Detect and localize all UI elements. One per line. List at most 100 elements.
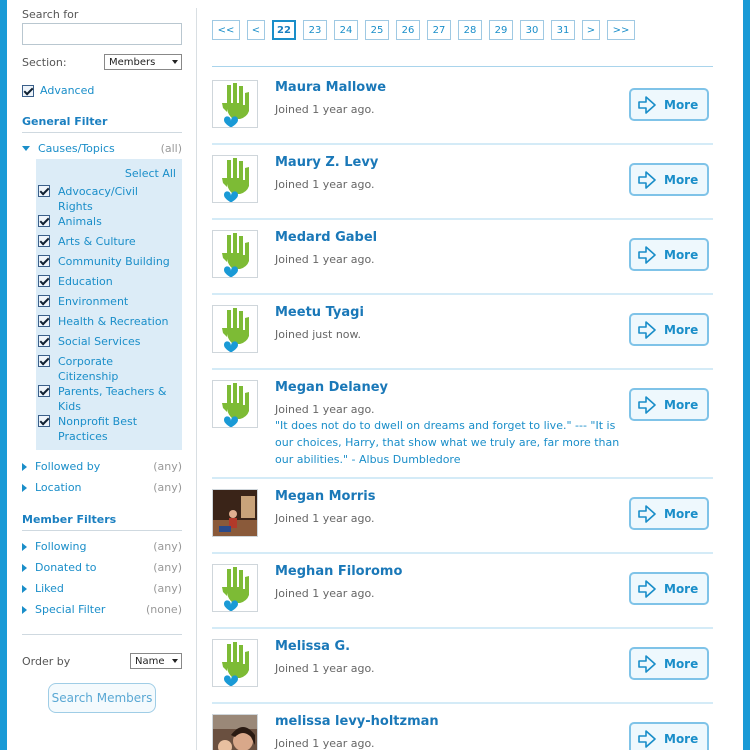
member-avatar[interactable] (212, 80, 258, 128)
more-button[interactable]: More (629, 163, 709, 196)
member-avatar[interactable] (212, 639, 258, 687)
topic-checkbox[interactable] (38, 275, 50, 287)
next-page-button[interactable]: > (582, 20, 600, 40)
page-button[interactable]: 25 (365, 20, 389, 40)
filter-causes-topics[interactable]: Causes/Topics (all) (22, 138, 182, 159)
more-button[interactable]: More (629, 238, 709, 271)
page-button[interactable]: 30 (520, 20, 544, 40)
member-name[interactable]: Melissa G. (275, 639, 350, 654)
topic-label[interactable]: Social Services (58, 334, 141, 349)
topic-item[interactable]: Advocacy/Civil Rights (38, 184, 176, 214)
section-select[interactable]: Members (104, 54, 182, 70)
member-avatar[interactable] (212, 714, 258, 750)
page-button[interactable]: 24 (334, 20, 358, 40)
more-button[interactable]: More (629, 313, 709, 346)
page-button[interactable]: 26 (396, 20, 420, 40)
filter-followed-by[interactable]: Followed by (any) (22, 456, 182, 477)
topic-checkbox[interactable] (38, 335, 50, 347)
topic-checkbox[interactable] (38, 295, 50, 307)
member-name[interactable]: melissa levy-holtzman (275, 714, 439, 729)
member-name[interactable]: Medard Gabel (275, 230, 377, 245)
topic-label[interactable]: Community Building (58, 254, 170, 269)
topic-label[interactable]: Nonprofit Best Practices (58, 414, 176, 444)
last-page-button[interactable]: >> (607, 20, 635, 40)
topic-item[interactable]: Social Services (38, 334, 176, 354)
select-all-link[interactable]: Select All (38, 167, 176, 180)
member-name[interactable]: Meetu Tyagi (275, 305, 364, 320)
filter-label[interactable]: Causes/Topics (38, 142, 115, 155)
order-select[interactable]: Name (130, 653, 182, 669)
filter-label[interactable]: Special Filter (35, 603, 105, 616)
page-button[interactable]: 27 (427, 20, 451, 40)
prev-page-button[interactable]: < (247, 20, 265, 40)
filter-following[interactable]: Following (any) (22, 536, 182, 557)
advanced-checkbox[interactable] (22, 84, 34, 97)
topic-checkbox[interactable] (38, 385, 50, 397)
topic-checkbox[interactable] (38, 415, 50, 427)
filter-location[interactable]: Location (any) (22, 477, 182, 498)
page-button[interactable]: 23 (303, 20, 327, 40)
topic-item[interactable]: Parents, Teachers & Kids (38, 384, 176, 414)
member-name[interactable]: Megan Morris (275, 489, 376, 504)
filter-donated-to[interactable]: Donated to (any) (22, 557, 182, 578)
page-button[interactable]: 31 (551, 20, 575, 40)
more-button[interactable]: More (629, 88, 709, 121)
member-row: Meetu Tyagi Joined just now. More (212, 295, 713, 370)
more-button[interactable]: More (629, 497, 709, 530)
filter-liked[interactable]: Liked (any) (22, 578, 182, 599)
advanced-option[interactable]: Advanced (22, 84, 182, 97)
topic-label[interactable]: Environment (58, 294, 128, 309)
more-button[interactable]: More (629, 388, 709, 421)
member-avatar[interactable] (212, 380, 258, 428)
topic-label[interactable]: Arts & Culture (58, 234, 136, 249)
member-avatar[interactable] (212, 155, 258, 203)
filter-value: (any) (153, 540, 182, 553)
member-avatar[interactable] (212, 564, 258, 612)
filter-label[interactable]: Followed by (35, 460, 100, 473)
topic-checkbox[interactable] (38, 315, 50, 327)
topic-item[interactable]: Education (38, 274, 176, 294)
search-members-button[interactable]: Search Members (48, 683, 156, 713)
topic-item[interactable]: Nonprofit Best Practices (38, 414, 176, 444)
member-avatar[interactable] (212, 305, 258, 353)
topic-checkbox[interactable] (38, 235, 50, 247)
member-name[interactable]: Maura Mallowe (275, 80, 386, 95)
topic-item[interactable]: Health & Recreation (38, 314, 176, 334)
filter-label[interactable]: Location (35, 481, 82, 494)
more-button[interactable]: More (629, 722, 709, 750)
topic-label[interactable]: Education (58, 274, 113, 289)
page-button-current[interactable]: 22 (272, 20, 296, 40)
topic-checkbox[interactable] (38, 215, 50, 227)
member-avatar[interactable] (212, 230, 258, 278)
member-name[interactable]: Megan Delaney (275, 380, 388, 395)
topic-label[interactable]: Animals (58, 214, 102, 229)
topic-label[interactable]: Advocacy/Civil Rights (58, 184, 176, 214)
search-input[interactable] (22, 23, 182, 45)
topic-label[interactable]: Corporate Citizenship (58, 354, 176, 384)
topic-label[interactable]: Parents, Teachers & Kids (58, 384, 176, 414)
more-button[interactable]: More (629, 647, 709, 680)
filter-special[interactable]: Special Filter (none) (22, 599, 182, 620)
topic-item[interactable]: Corporate Citizenship (38, 354, 176, 384)
topic-checkbox[interactable] (38, 355, 50, 367)
topic-checkbox[interactable] (38, 185, 50, 197)
member-avatar[interactable] (212, 489, 258, 537)
topic-checkbox[interactable] (38, 255, 50, 267)
more-label: More (664, 397, 699, 412)
filter-label[interactable]: Following (35, 540, 87, 553)
topic-item[interactable]: Animals (38, 214, 176, 234)
topic-item[interactable]: Environment (38, 294, 176, 314)
advanced-label[interactable]: Advanced (40, 84, 94, 97)
member-name[interactable]: Meghan Filoromo (275, 564, 402, 579)
filter-label[interactable]: Liked (35, 582, 64, 595)
topic-item[interactable]: Community Building (38, 254, 176, 274)
more-button[interactable]: More (629, 572, 709, 605)
member-name[interactable]: Maury Z. Levy (275, 155, 378, 170)
filter-label[interactable]: Donated to (35, 561, 97, 574)
page-button[interactable]: 29 (489, 20, 513, 40)
page-button[interactable]: 28 (458, 20, 482, 40)
first-page-button[interactable]: << (212, 20, 240, 40)
topic-item[interactable]: Arts & Culture (38, 234, 176, 254)
topic-label[interactable]: Health & Recreation (58, 314, 169, 329)
more-label: More (664, 581, 699, 596)
